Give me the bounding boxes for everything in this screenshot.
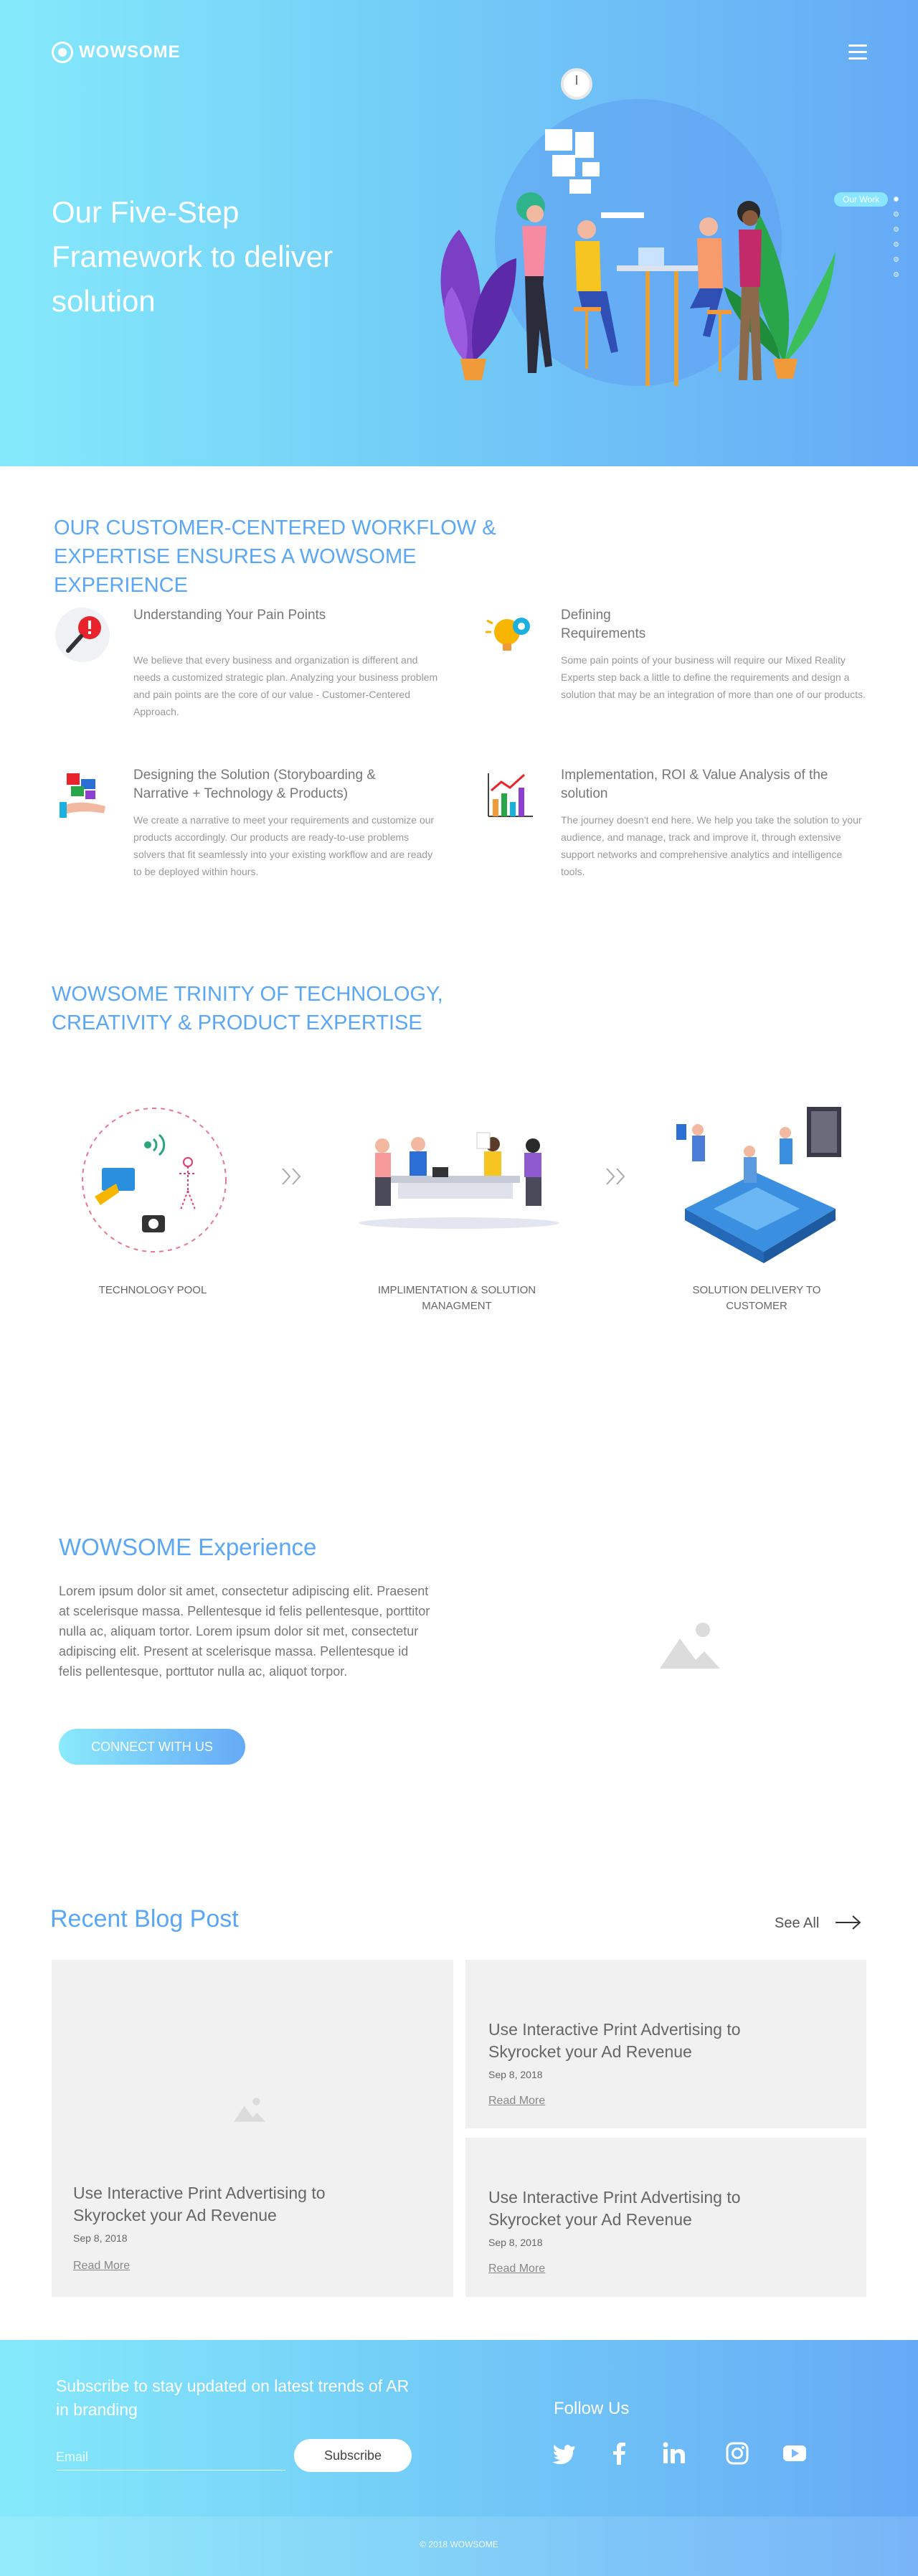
brand-logo[interactable]: WOWSOME (52, 42, 181, 63)
email-field[interactable] (56, 2445, 285, 2471)
chevron-right-icon (282, 1168, 301, 1185)
workflow-item: Defining Requirements Some pain points o… (481, 606, 866, 742)
workflow-item: Designing the Solution (Storyboarding & … (54, 766, 434, 902)
youtube-icon[interactable] (782, 2440, 808, 2466)
our-work-label[interactable]: Our Work (834, 192, 889, 207)
slider-dot[interactable] (894, 197, 899, 202)
blog-card[interactable]: Use Interactive Print Advertising to Sky… (52, 1960, 453, 2297)
blog-post-date: Sep 8, 2018 (73, 2232, 128, 2244)
subscribe-button[interactable]: Subscribe (294, 2439, 412, 2472)
twitter-icon[interactable] (551, 2440, 577, 2466)
clock-icon (561, 68, 592, 100)
slider-dots (894, 197, 899, 287)
brand-name: WOWSOME (79, 42, 181, 62)
blog-post-title[interactable]: Use Interactive Print Advertising to Sky… (73, 2182, 374, 2227)
workflow-item-text: The journey doesn't end here. We help yo… (561, 814, 862, 877)
read-more-link[interactable]: Read More (73, 2260, 130, 2273)
meeting-illustration (359, 1132, 559, 1229)
image-placeholder-icon (234, 2098, 265, 2122)
puzzle-hand-icon (60, 773, 105, 818)
menu-icon[interactable] (848, 44, 867, 60)
slider-dot[interactable] (894, 272, 899, 277)
workflow-item-text: We believe that every business and organ… (133, 654, 438, 717)
subscribe-text: Subscribe to stay updated on latest tren… (56, 2377, 410, 2419)
chevron-right-icon (606, 1168, 625, 1185)
blog-post-title[interactable]: Use Interactive Print Advertising to Sky… (488, 2186, 790, 2231)
trinity-step-label: IMPLIMENTATION & SOLUTION MANAGMENT (377, 1284, 536, 1312)
magnifier-alert-icon (55, 608, 110, 662)
logo-icon (52, 42, 73, 63)
experience-text: Lorem ipsum dolor sit amet, consectetur … (59, 1584, 430, 1679)
blog-card[interactable]: Use Interactive Print Advertising to Sky… (465, 2138, 866, 2297)
workflow-item-title: Defining Requirements (561, 608, 646, 641)
hero-title: Our Five-Step Framework to deliver solut… (52, 195, 333, 318)
slider-dot[interactable] (894, 212, 899, 217)
blog-post-date: Sep 8, 2018 (488, 2237, 543, 2248)
follow-us-title: Follow Us (554, 2399, 630, 2418)
see-all-link[interactable]: See All (775, 1915, 819, 1932)
workflow-item: Implementation, ROI & Value Analysis of … (481, 766, 862, 902)
workflow-item-title: Implementation, ROI & Value Analysis of … (561, 768, 828, 801)
workflow-item: Understanding Your Pain Points We believ… (54, 606, 437, 742)
copyright-text: © 2018 WOWSOME (420, 2539, 498, 2549)
workflow-item-text: We create a narrative to meet your requi… (133, 814, 435, 877)
experience-title: WOWSOME Experience (59, 1534, 317, 1560)
solution-delivery-illustration (676, 1107, 841, 1263)
slider-dot[interactable] (894, 257, 899, 262)
blog-post-date: Sep 8, 2018 (488, 2069, 543, 2080)
trinity-title: WOWSOME TRINITY OF TECHNOLOGY, CREATIVIT… (52, 983, 443, 1034)
lightbulb-gear-icon (486, 618, 530, 651)
slider-dot[interactable] (894, 227, 899, 232)
footer: Subscribe to stay updated on latest tren… (0, 2340, 918, 2576)
blog-post-title[interactable]: Use Interactive Print Advertising to Sky… (488, 2019, 790, 2063)
workflow-item-text: Some pain points of your business will r… (561, 654, 866, 700)
facebook-icon[interactable] (607, 2440, 633, 2466)
workflow-item-title: Designing the Solution (Storyboarding & … (133, 768, 376, 801)
read-more-link[interactable]: Read More (488, 2263, 545, 2275)
workflow-title: OUR CUSTOMER-CENTERED WORKFLOW & EXPERTI… (54, 516, 496, 597)
linkedin-icon[interactable] (661, 2440, 687, 2466)
connect-button[interactable]: CONNECT WITH US (59, 1729, 245, 1765)
instagram-icon[interactable] (724, 2440, 750, 2466)
blog-card[interactable]: Use Interactive Print Advertising to Sky… (465, 1960, 866, 2128)
read-more-link[interactable]: Read More (488, 2095, 545, 2108)
workflow-item-title: Understanding Your Pain Points (133, 608, 326, 623)
trinity-step-label: SOLUTION DELIVERY TO CUSTOMER (692, 1284, 821, 1312)
technology-pool-illustration (82, 1108, 227, 1252)
trinity-step-label: TECHNOLOGY POOL (98, 1284, 207, 1296)
image-placeholder-icon (660, 1623, 720, 1669)
arrow-right-icon[interactable] (834, 1914, 863, 1931)
slider-dot[interactable] (894, 242, 899, 247)
copyright-bar: © 2018 WOWSOME (0, 2516, 918, 2576)
team-meeting-illustration (440, 129, 836, 386)
blog-title: Recent Blog Post (50, 1905, 239, 1933)
bar-chart-icon (488, 773, 533, 817)
hero-section: WOWSOME Our Five-Step Framework to deliv… (0, 0, 918, 466)
